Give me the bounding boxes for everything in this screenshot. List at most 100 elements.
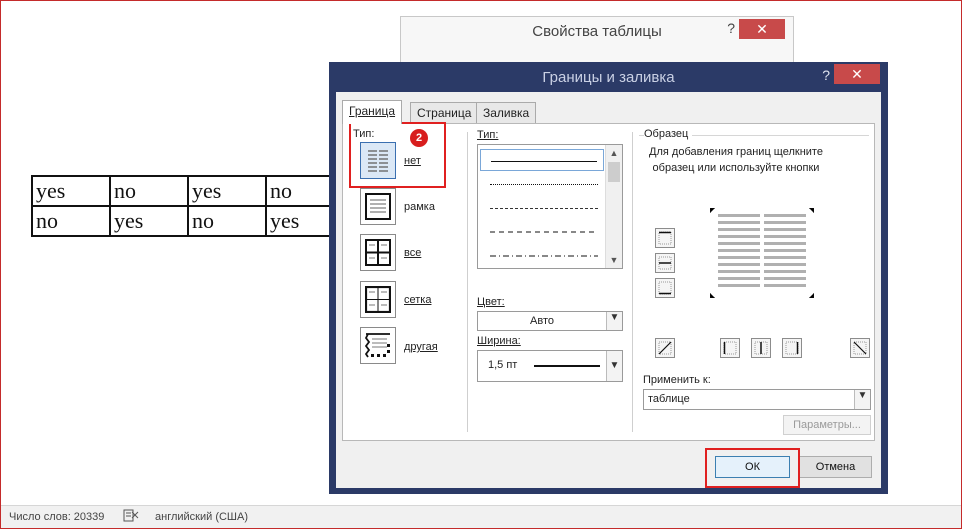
color-label: Цвет: [477,296,505,308]
preset-box[interactable] [360,188,396,225]
preset-grid[interactable] [360,281,396,318]
line-style-text: Тип: [477,129,499,141]
width-label: Ширина: [477,335,521,347]
preset-none-label[interactable]: нет [404,155,421,167]
top-border-button[interactable] [655,228,675,248]
line-sample [491,161,597,162]
width-text: Ширина: [477,335,521,347]
preset-box-icon [365,193,391,220]
width-select[interactable]: 1,5 пт ▼ [477,350,623,382]
preset-custom-icon [364,333,390,358]
apply-to-select[interactable]: таблице ▼ [643,389,871,410]
preset-box-label[interactable]: рамка [404,201,435,213]
line-style-list[interactable]: ▲ ▼ [477,144,623,269]
preset-custom-text: другая [404,341,438,353]
width-value: 1,5 пт [488,359,518,371]
table-row: yes no yes no [31,175,345,207]
table-cell[interactable]: no [109,175,189,207]
tab-shading[interactable]: Заливка [476,102,537,123]
line-style-small-dash[interactable] [480,197,604,219]
preview-sample[interactable] [709,207,815,299]
tab-page-border[interactable]: Страница [410,102,479,123]
chevron-down-icon[interactable]: ▼ [606,351,622,381]
dialog-title: Границы и заливка [542,69,675,86]
left-border-icon [723,341,737,355]
scroll-thumb[interactable] [608,162,620,182]
line-style-label: Тип: [477,129,498,141]
table-cell[interactable]: yes [187,175,267,207]
preset-all-text: все [404,247,422,259]
chevron-down-icon[interactable]: ▼ [854,390,870,409]
tab-label: Граница [349,104,396,118]
top-border-icon [658,231,672,245]
word-count[interactable]: Число слов: 20339 [9,511,104,523]
step-badge: 2 [410,129,428,147]
preset-custom[interactable] [360,327,396,364]
left-border-button[interactable] [720,338,740,358]
right-border-icon [785,341,799,355]
diagonal-up-border-button[interactable] [850,338,870,358]
close-button[interactable]: ✕ [739,19,785,39]
preset-all-icon [365,239,391,266]
table-cell[interactable]: no [31,205,111,237]
preset-grid-label[interactable]: сетка [404,294,431,306]
table-cell[interactable]: yes [109,205,189,237]
preview-sample-image [709,207,815,299]
ok-button[interactable]: ОК [715,456,790,478]
table-cell[interactable]: yes [31,175,111,207]
diagonal-up-border-icon [853,341,867,355]
chevron-down-icon[interactable]: ▼ [606,312,622,330]
line-sample [490,208,598,209]
apply-to-label: Применить к: [643,374,711,386]
inside-vertical-border-button[interactable] [751,338,771,358]
line-style-dotted[interactable] [480,173,604,195]
table-cell[interactable]: no [187,205,267,237]
status-bar: Число слов: 20339 английский (США) [1,505,961,528]
table-row: no yes no yes [31,205,345,237]
tab-borders[interactable]: Граница [342,100,403,124]
dialog-titlebar[interactable]: Границы и заливка ? ✕ [329,62,888,92]
borders-shading-dialog: Границы и заливка ? ✕ Граница Страница З… [329,62,888,494]
line-style-dashed[interactable] [480,221,604,243]
proofing-icon[interactable] [123,509,139,526]
scroll-down-icon[interactable]: ▼ [606,252,622,268]
language-indicator[interactable]: английский (США) [155,511,248,523]
bottom-border-icon [658,281,672,295]
scroll-up-icon[interactable]: ▲ [606,145,622,161]
line-style-scrollbar[interactable]: ▲ ▼ [605,145,622,268]
column-divider [632,132,633,432]
preset-none[interactable] [360,142,396,179]
help-button[interactable]: ? [822,67,830,83]
diagonal-down-border-button[interactable] [655,338,675,358]
column-divider [467,132,468,432]
color-select[interactable]: Авто ▼ [477,311,623,331]
apply-to-value: таблице [648,393,690,405]
diagonal-down-border-icon [658,341,672,355]
dialog-body: Граница Страница Заливка Тип: нет рамка … [336,92,881,488]
preset-all[interactable] [360,234,396,271]
cancel-button[interactable]: Отмена [799,456,872,478]
line-style-dash-dot[interactable] [480,245,604,267]
line-style-solid[interactable] [480,149,604,171]
tab-label: Заливка [483,106,530,120]
right-border-button[interactable] [782,338,802,358]
preset-all-label[interactable]: все [404,247,421,259]
preset-type-label: Тип: [353,128,375,140]
preset-none-icon [368,150,388,172]
preview-title: Образец [644,128,693,140]
inside-vertical-border-icon [754,341,768,355]
preview-hint: Для добавления границ щелкните образец и… [649,146,823,174]
line-sample [490,255,598,257]
color-text: Цвет: [477,296,505,308]
inside-horizontal-border-button[interactable] [655,253,675,273]
close-button[interactable]: ✕ [834,64,880,84]
bottom-border-button[interactable] [655,278,675,298]
preset-grid-text: сетка [404,294,432,306]
options-button[interactable]: Параметры... [783,415,871,435]
preset-grid-icon [364,285,392,314]
preset-custom-label[interactable]: другая [404,341,438,353]
document-table: yes no yes no no yes no yes [31,175,345,237]
line-sample [490,231,598,233]
inside-horizontal-border-icon [658,256,672,270]
help-button[interactable]: ? [727,20,735,36]
